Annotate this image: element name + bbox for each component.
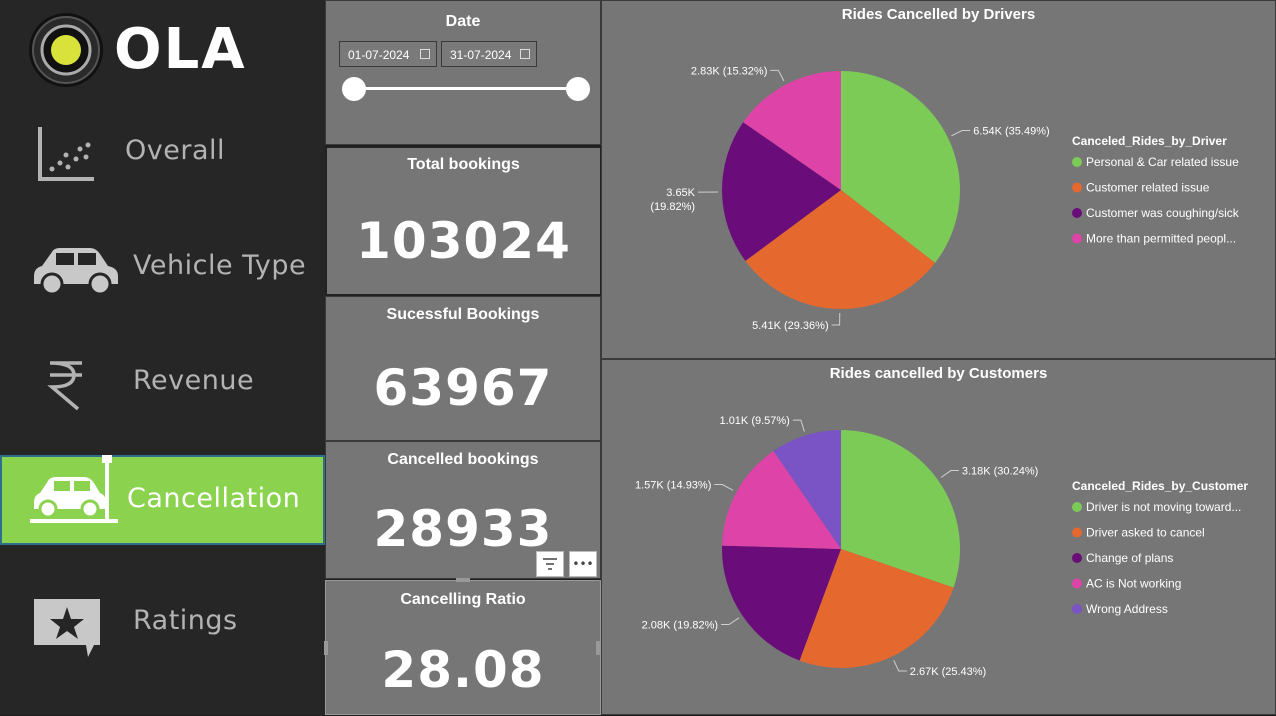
car-icon [30, 244, 122, 296]
nav-label-cancellation: Cancellation [127, 483, 300, 514]
resize-handle[interactable] [456, 578, 470, 582]
end-date-value: 31-07-2024 [450, 48, 511, 62]
legend-item[interactable]: Customer was coughing/sick [1086, 206, 1240, 220]
nav-item-vehicle-type[interactable]: Vehicle Type [0, 220, 325, 315]
legend-marker [1072, 604, 1082, 614]
kpi-value: 63967 [326, 359, 600, 417]
nav-label-overall: Overall [125, 135, 225, 166]
data-label: 1.57K (14.93%) [635, 480, 711, 492]
nav-item-cancellation[interactable]: Cancellation [0, 455, 325, 545]
kpi-value: 28933 [326, 500, 600, 558]
leader-line [721, 618, 739, 625]
resize-handle[interactable] [324, 641, 328, 655]
data-label: 2.08K (19.82%) [642, 619, 718, 631]
leader-line [951, 131, 970, 136]
nav-label-revenue: Revenue [133, 365, 254, 396]
nav-label-ratings: Ratings [133, 605, 238, 636]
start-date-input[interactable]: 01-07-2024 [339, 41, 437, 67]
kpi-card-successful-bookings: Sucessful Bookings 63967 [325, 296, 601, 441]
leader-line [770, 70, 784, 81]
ola-logo: OLA [28, 12, 258, 92]
nav-label-vehicle-type: Vehicle Type [133, 250, 306, 281]
drivers-pie-chart: 6.54K (35.49%) 5.41K (29.36%) 3.65K (19.82%… [602, 1, 1276, 360]
sidebar-nav: OLA Overall Vehicle Type Revenue [0, 0, 325, 715]
leader-line [714, 485, 733, 491]
legend-marker [1072, 553, 1082, 563]
drivers-cancellation-panel: Rides Cancelled by Drivers 6.54K (35.49%… [601, 0, 1276, 359]
data-label: 5.41K (29.36%) [752, 320, 828, 332]
nav-item-overall[interactable]: Overall [0, 105, 325, 200]
kpi-label: Cancelling Ratio [326, 591, 600, 609]
kpi-value: 28.08 [326, 641, 600, 699]
more-options-icon: ••• [572, 557, 593, 571]
leader-line [832, 313, 840, 325]
customers-pie-chart: 3.18K (30.24%) 2.67K (25.43%) 2.08K (19.82… [602, 360, 1276, 716]
nav-item-ratings[interactable]: Ratings [0, 575, 325, 670]
more-options-button[interactable]: ••• [569, 551, 597, 577]
customers-cancellation-panel: Rides cancelled by Customers 3.18K (30.2… [601, 359, 1276, 715]
legend-item[interactable]: Driver is not moving toward... [1086, 500, 1241, 514]
legend-item[interactable]: Driver asked to cancel [1086, 526, 1205, 540]
filter-icon [543, 558, 557, 570]
data-label: 2.67K (25.43%) [910, 666, 986, 678]
legend-title: Canceled_Rides_by_Customer [1072, 479, 1248, 493]
kpi-card-cancelled-bookings: Cancelled bookings 28933 ••• [325, 441, 601, 579]
data-label: 1.01K (9.57%) [720, 415, 790, 427]
kpi-value: 103024 [327, 212, 600, 270]
date-range-end-handle[interactable] [566, 77, 590, 101]
leader-line [793, 420, 805, 431]
legend-marker [1072, 528, 1082, 538]
legend-marker [1072, 183, 1082, 193]
car-crash-icon [26, 451, 118, 527]
legend-marker [1072, 502, 1082, 512]
date-range-track[interactable] [356, 87, 578, 90]
kpi-label: Sucessful Bookings [326, 306, 600, 324]
kpi-card-total-bookings: Total bookings 103024 [325, 146, 602, 296]
end-date-input[interactable]: 31-07-2024 [441, 41, 537, 67]
calendar-icon[interactable] [420, 49, 430, 59]
data-label: 6.54K (35.49%) [973, 126, 1049, 138]
legend-item[interactable]: Customer related issue [1086, 181, 1210, 195]
legend-item[interactable]: More than permitted peopl... [1086, 232, 1236, 246]
legend-marker [1072, 579, 1082, 589]
kpi-label: Cancelled bookings [326, 451, 600, 469]
legend-marker [1072, 208, 1082, 218]
legend-item[interactable]: Personal & Car related issue [1086, 155, 1239, 169]
star-rating-icon [32, 595, 104, 661]
kpi-label: Total bookings [327, 156, 600, 174]
date-range-start-handle[interactable] [342, 77, 366, 101]
date-slicer: Date 01-07-2024 31-07-2024 [325, 0, 601, 145]
brand-name: OLA [114, 18, 247, 82]
data-label: 3.65K [666, 187, 695, 199]
leader-line [941, 471, 959, 478]
nav-item-revenue[interactable]: Revenue [0, 335, 325, 430]
kpi-card-cancelling-ratio: Cancelling Ratio 28.08 [325, 580, 601, 715]
resize-handle[interactable] [596, 641, 600, 655]
legend-item[interactable]: Change of plans [1086, 551, 1173, 565]
legend-title: Canceled_Rides_by_Driver [1072, 134, 1227, 148]
rupee-icon [46, 359, 86, 413]
leader-line [894, 660, 907, 671]
legend-marker [1072, 234, 1082, 244]
calendar-icon[interactable] [520, 49, 530, 59]
filter-button[interactable] [536, 551, 564, 577]
legend-marker [1072, 157, 1082, 167]
start-date-value: 01-07-2024 [348, 48, 409, 62]
data-label: 3.18K (30.24%) [962, 466, 1038, 478]
date-slicer-title: Date [326, 13, 600, 31]
legend-item[interactable]: AC is Not working [1086, 577, 1181, 591]
legend-item[interactable]: Wrong Address [1086, 602, 1168, 616]
scatter-chart-icon [36, 123, 98, 185]
data-label: (19.82%) [650, 201, 695, 213]
data-label: 2.83K (15.32%) [691, 65, 767, 77]
